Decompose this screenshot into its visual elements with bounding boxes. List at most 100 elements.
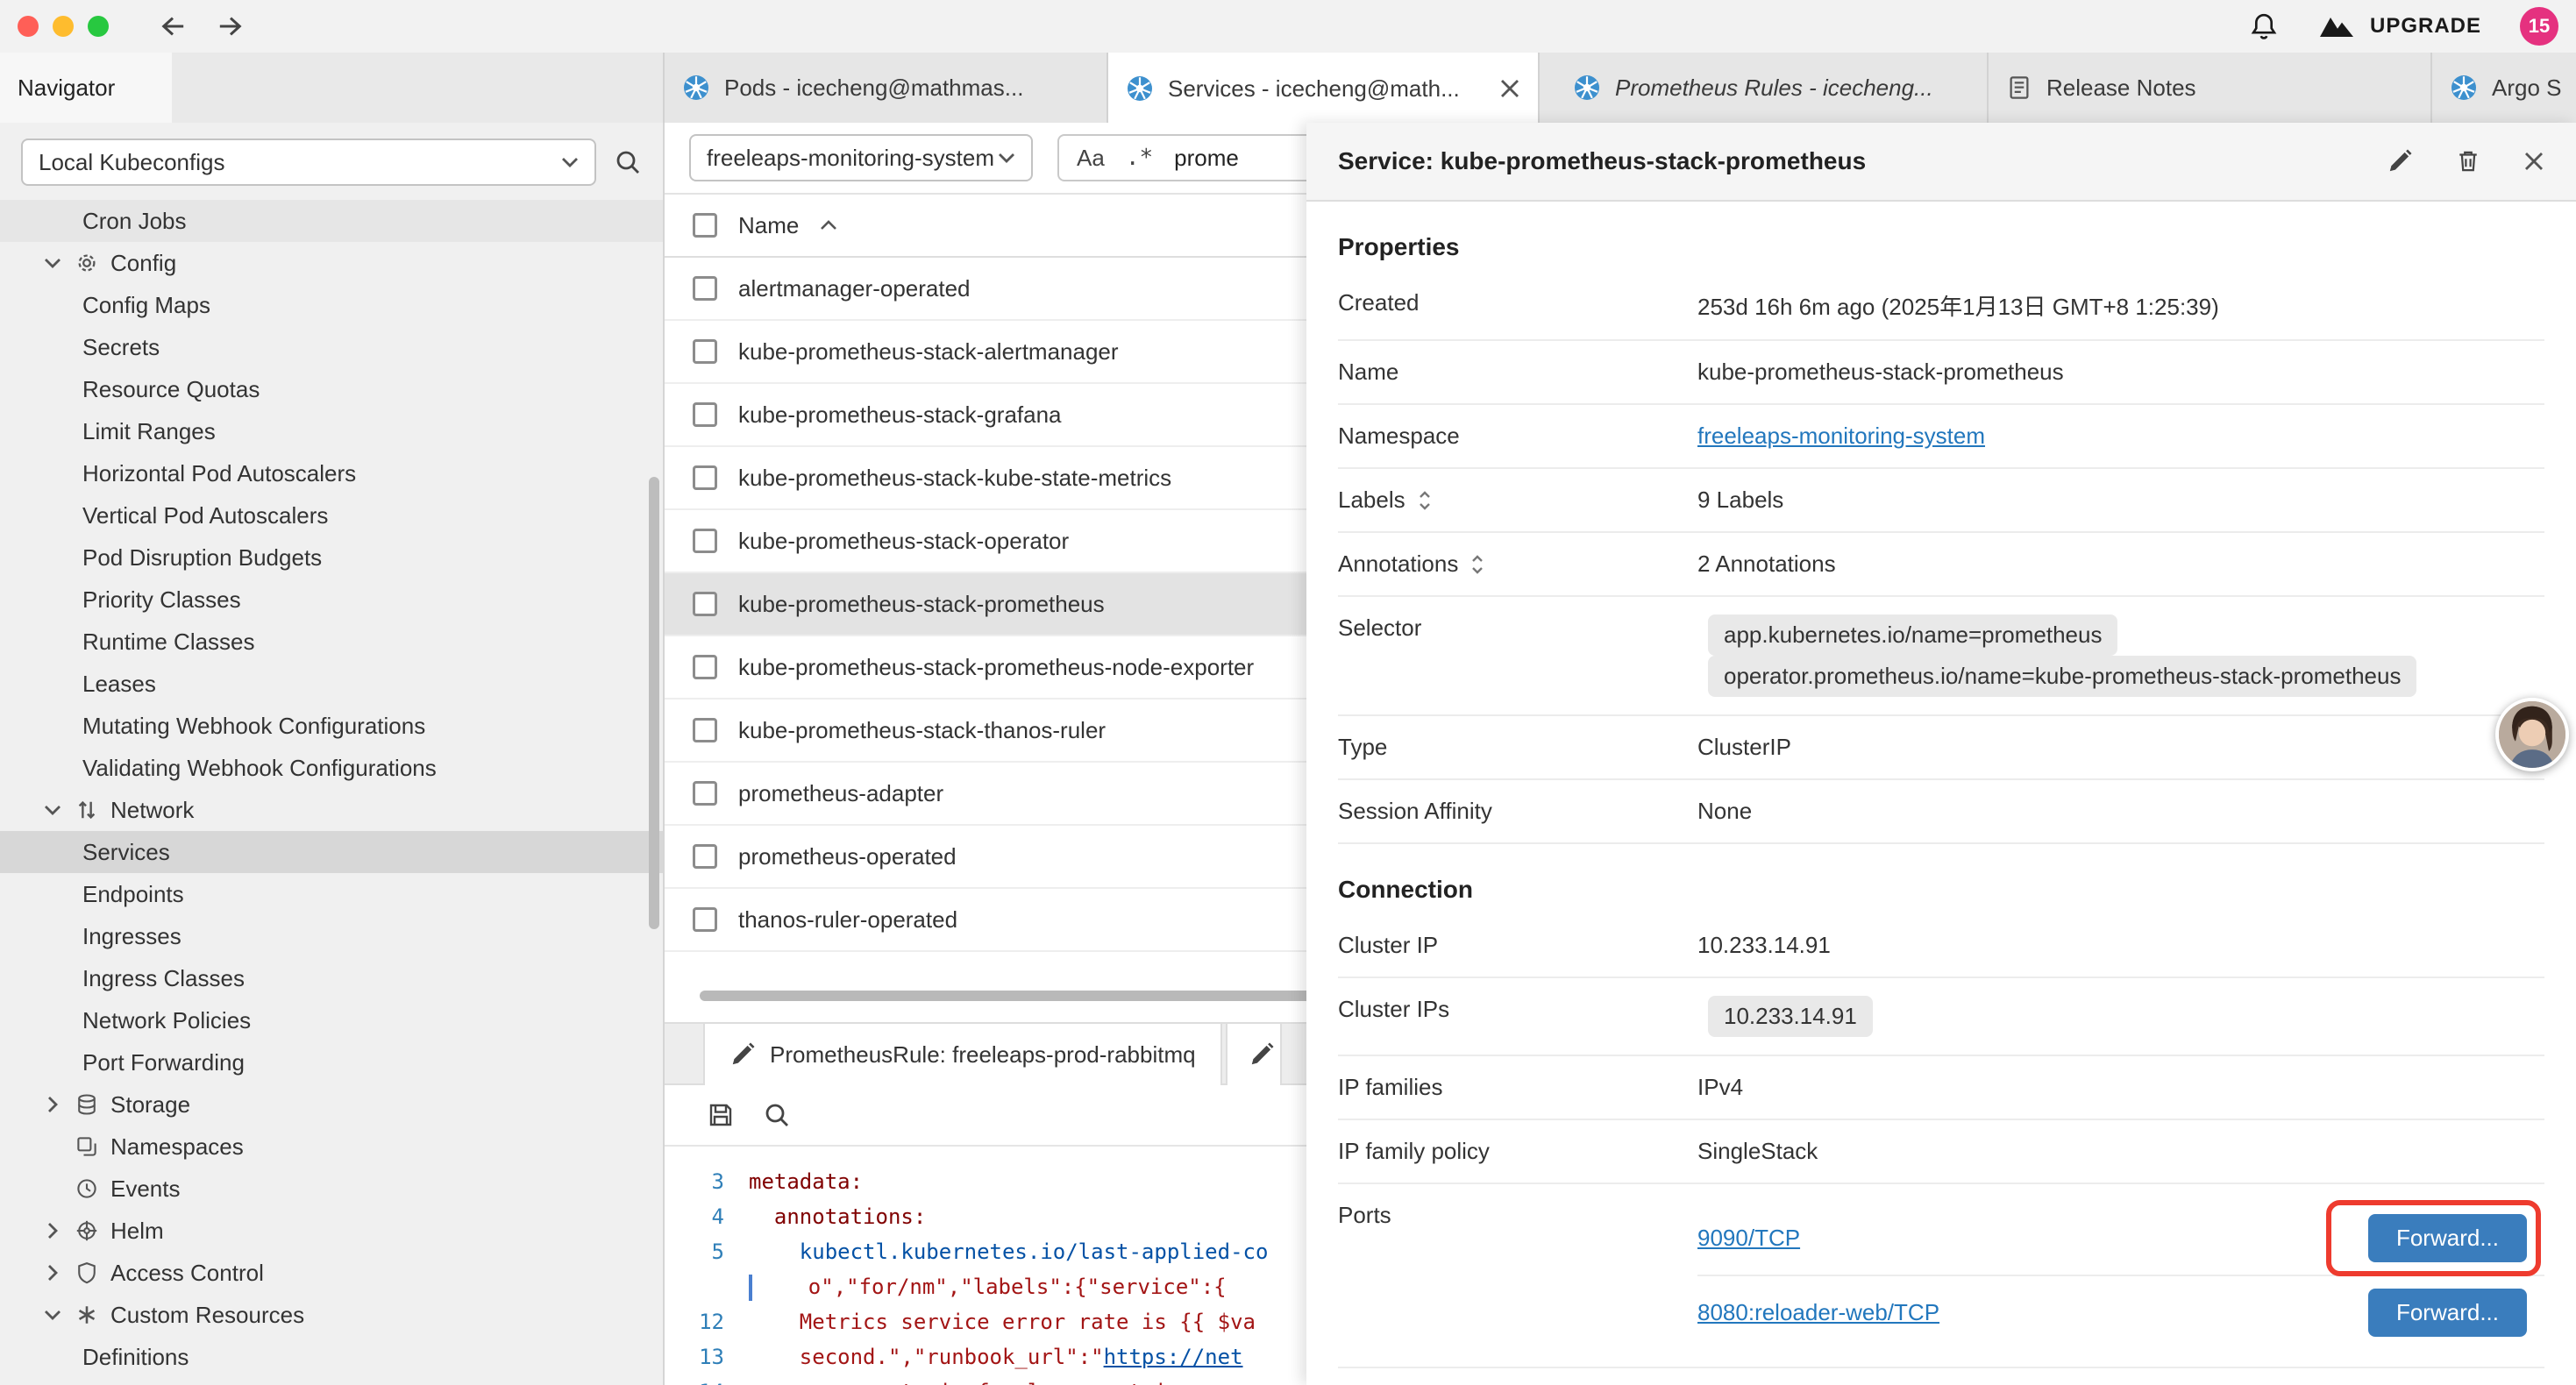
chevron-right-icon[interactable] xyxy=(42,1264,63,1282)
row-checkbox[interactable] xyxy=(693,465,717,490)
row-checkbox[interactable] xyxy=(693,529,717,553)
namespace-link[interactable]: freeleaps-monitoring-system xyxy=(1697,423,1985,449)
sidebar-item-config-maps[interactable]: Config Maps xyxy=(0,284,663,326)
row-checkbox[interactable] xyxy=(693,655,717,679)
row-checkbox[interactable] xyxy=(693,276,717,301)
row-checkbox[interactable] xyxy=(693,907,717,932)
chevron-down-icon[interactable] xyxy=(42,805,63,815)
pencil-icon xyxy=(1249,1041,1275,1068)
forward-button[interactable]: Forward... xyxy=(2368,1289,2527,1337)
sidebar-item-pod-disruption-budgets[interactable]: Pod Disruption Budgets xyxy=(0,536,663,579)
sidebar-item-label: Services xyxy=(82,839,170,866)
match-case-toggle[interactable]: Aa xyxy=(1077,145,1105,172)
property-value: 9 Labels xyxy=(1697,487,1783,513)
sidebar-item-namespaces[interactable]: Namespaces xyxy=(0,1126,663,1168)
upgrade-button[interactable]: UPGRADE xyxy=(2317,14,2481,39)
back-icon[interactable] xyxy=(158,13,188,39)
property-label: Selector xyxy=(1338,614,1421,642)
forward-icon[interactable] xyxy=(216,13,246,39)
zoom-window-button[interactable] xyxy=(88,16,109,37)
property-value: SingleStack xyxy=(1697,1138,1818,1164)
code-token: Metrics service error rate is {{ $va xyxy=(800,1310,1256,1334)
port-link[interactable]: 8080:reloader-web/TCP xyxy=(1697,1299,1939,1326)
property-value: None xyxy=(1697,798,1752,824)
chevron-down-icon[interactable] xyxy=(42,258,63,268)
close-window-button[interactable] xyxy=(18,16,39,37)
sidebar-item-label: Helm xyxy=(110,1218,164,1245)
tab-argo-server[interactable]: Argo S xyxy=(2432,53,2576,123)
row-checkbox[interactable] xyxy=(693,402,717,427)
sidebar-item-ingress-classes[interactable]: Ingress Classes xyxy=(0,957,663,999)
sidebar-item-mutating-webhook-configurations[interactable]: Mutating Webhook Configurations xyxy=(0,705,663,747)
service-name: kube-prometheus-stack-alertmanager xyxy=(738,338,1119,366)
tab-pods[interactable]: Pods - icecheng@mathmas... xyxy=(665,53,1108,123)
dock-tab-prometheusrule-freeleaps-prod-rabbitmq[interactable]: PrometheusRule: freeleaps-prod-rabbitmq xyxy=(703,1024,1222,1085)
minimize-window-button[interactable] xyxy=(53,16,74,37)
sidebar-item-endpoints[interactable]: Endpoints xyxy=(0,873,663,915)
sidebar-item-storage[interactable]: Storage xyxy=(0,1083,663,1126)
tab-release-notes[interactable]: Release Notes xyxy=(1989,53,2432,123)
bell-icon[interactable] xyxy=(2249,11,2279,41)
tab-prometheus-rules[interactable]: Prometheus Rules - icecheng... xyxy=(1555,53,1989,123)
property-value: 10.233.14.91 xyxy=(1697,932,1831,958)
sidebar-item-label: Ingress Classes xyxy=(82,965,245,992)
sidebar-item-validating-webhook-configurations[interactable]: Validating Webhook Configurations xyxy=(0,747,663,789)
chevron-right-icon[interactable] xyxy=(42,1096,63,1113)
sidebar-item-limit-ranges[interactable]: Limit Ranges xyxy=(0,410,663,452)
chevron-down-icon[interactable] xyxy=(42,1310,63,1320)
search-value: prome xyxy=(1174,145,1239,172)
navigator-panel-tab[interactable]: Navigator xyxy=(0,53,172,123)
asterisk-icon xyxy=(74,1303,100,1326)
row-checkbox[interactable] xyxy=(693,781,717,806)
sidebar-item-port-forwarding[interactable]: Port Forwarding xyxy=(0,1041,663,1083)
sidebar-item-label: Storage xyxy=(110,1091,190,1119)
tab-services[interactable]: Services - icecheng@math... xyxy=(1108,53,1540,123)
row-checkbox[interactable] xyxy=(693,592,717,616)
pencil-icon[interactable] xyxy=(2387,148,2413,174)
close-icon[interactable] xyxy=(2523,151,2544,172)
forward-button[interactable]: Forward... xyxy=(2368,1214,2527,1262)
sidebar-item-resource-quotas[interactable]: Resource Quotas xyxy=(0,368,663,410)
row-checkbox[interactable] xyxy=(693,718,717,742)
sidebar-item-network-policies[interactable]: Network Policies xyxy=(0,999,663,1041)
sidebar-scrollbar[interactable] xyxy=(649,477,659,929)
avatar[interactable] xyxy=(2495,698,2569,771)
kubeconfig-select[interactable]: Local Kubeconfigs xyxy=(21,138,596,186)
sidebar-item-leases[interactable]: Leases xyxy=(0,663,663,705)
row-checkbox[interactable] xyxy=(693,339,717,364)
trash-icon[interactable] xyxy=(2455,148,2481,174)
sidebar-item-runtime-classes[interactable]: Runtime Classes xyxy=(0,621,663,663)
sorter-icon[interactable] xyxy=(1418,489,1432,512)
sidebar-item-cron-jobs[interactable]: Cron Jobs xyxy=(0,200,663,242)
sidebar-item-ingresses[interactable]: Ingresses xyxy=(0,915,663,957)
property-value: ClusterIP xyxy=(1697,734,1791,760)
port-link[interactable]: 9090/TCP xyxy=(1697,1225,1800,1252)
regex-toggle[interactable]: .* xyxy=(1126,145,1153,171)
select-all-checkbox[interactable] xyxy=(693,213,717,238)
sorter-icon[interactable] xyxy=(1470,553,1484,576)
sidebar-item-helm[interactable]: Helm xyxy=(0,1210,663,1252)
dock-tab-partial[interactable] xyxy=(1226,1024,1282,1085)
search-icon[interactable] xyxy=(614,148,642,176)
sidebar-item-events[interactable]: Events xyxy=(0,1168,663,1210)
sidebar-item-access-control[interactable]: Access Control xyxy=(0,1252,663,1294)
namespace-select[interactable]: freeleaps-monitoring-system xyxy=(689,134,1033,181)
row-checkbox[interactable] xyxy=(693,844,717,869)
sidebar-item-custom-resources[interactable]: Custom Resources xyxy=(0,1294,663,1336)
search-icon[interactable] xyxy=(763,1101,791,1129)
sidebar-item-vertical-pod-autoscalers[interactable]: Vertical Pod Autoscalers xyxy=(0,494,663,536)
sidebar-item-secrets[interactable]: Secrets xyxy=(0,326,663,368)
line-number: 12 xyxy=(665,1304,749,1339)
sidebar-item-horizontal-pod-autoscalers[interactable]: Horizontal Pod Autoscalers xyxy=(0,452,663,494)
name-column-header[interactable]: Name xyxy=(738,212,799,239)
sidebar-item-definitions[interactable]: Definitions xyxy=(0,1336,663,1378)
sidebar-item-network[interactable]: Network xyxy=(0,789,663,831)
notification-badge[interactable]: 15 xyxy=(2520,7,2558,46)
close-icon[interactable] xyxy=(1499,78,1520,99)
sidebar-item-services[interactable]: Services xyxy=(0,831,663,873)
sidebar-item-priority-classes[interactable]: Priority Classes xyxy=(0,579,663,621)
sort-asc-icon[interactable] xyxy=(820,220,837,231)
save-icon[interactable] xyxy=(707,1101,735,1129)
chevron-right-icon[interactable] xyxy=(42,1222,63,1239)
sidebar-item-config[interactable]: Config xyxy=(0,242,663,284)
